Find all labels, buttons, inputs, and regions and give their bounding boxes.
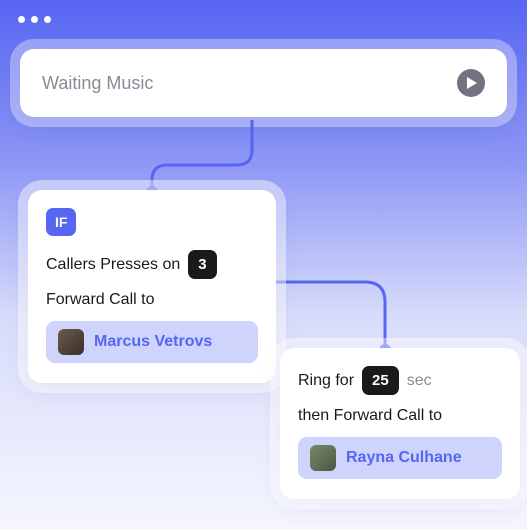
- waiting-music-label: Waiting Music: [42, 73, 153, 94]
- if-badge: IF: [46, 208, 76, 236]
- waiting-music-card[interactable]: Waiting Music: [20, 49, 507, 117]
- play-button[interactable]: [457, 69, 485, 97]
- person-chip-marcus[interactable]: Marcus Vetrovs: [46, 321, 258, 363]
- avatar: [310, 445, 336, 471]
- person-chip-rayna[interactable]: Rayna Culhane: [298, 437, 502, 479]
- person-name: Rayna Culhane: [346, 449, 462, 467]
- play-icon: [466, 77, 478, 89]
- key-badge: 3: [188, 250, 216, 279]
- forward-label: then Forward Call to: [298, 407, 502, 425]
- ring-prefix: Ring for: [298, 372, 354, 390]
- window-dot: [31, 16, 38, 23]
- condition-line: Callers Presses on 3: [46, 250, 258, 279]
- ring-value-badge: 25: [362, 366, 399, 395]
- avatar: [58, 329, 84, 355]
- condition-text: Callers Presses on: [46, 256, 180, 274]
- connector-line: [270, 270, 410, 360]
- sec-label: sec: [407, 372, 432, 390]
- connector-line: [152, 120, 272, 200]
- window-dot: [18, 16, 25, 23]
- ring-action-card[interactable]: Ring for 25 sec then Forward Call to Ray…: [280, 348, 520, 499]
- forward-label: Forward Call to: [46, 291, 258, 309]
- if-condition-card[interactable]: IF Callers Presses on 3 Forward Call to …: [28, 190, 276, 383]
- ring-line: Ring for 25 sec: [298, 366, 502, 395]
- person-name: Marcus Vetrovs: [94, 333, 212, 351]
- window-title-bar: [0, 0, 527, 31]
- window-dot: [44, 16, 51, 23]
